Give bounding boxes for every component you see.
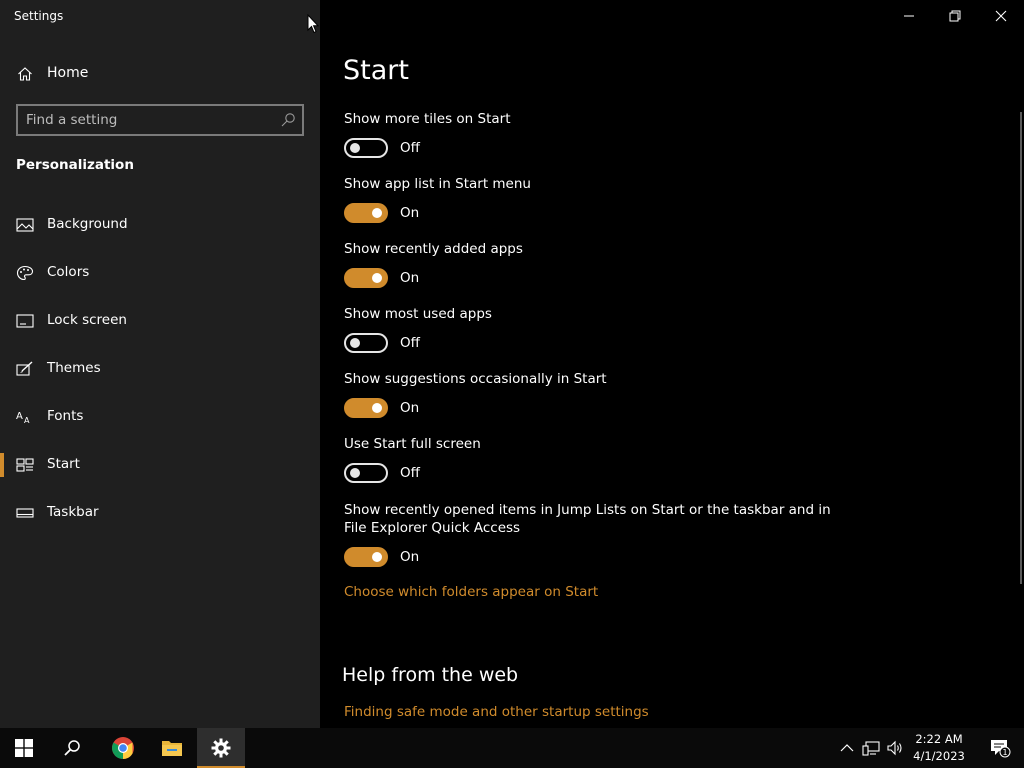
palette-icon: [16, 265, 34, 281]
scrollbar[interactable]: [1020, 112, 1022, 584]
system-clock[interactable]: 2:22 AM 4/1/2023: [908, 731, 970, 765]
volume-icon[interactable]: [886, 739, 904, 757]
chevron-up-icon[interactable]: [838, 739, 856, 757]
toggle-state-label: Off: [400, 465, 420, 481]
option-label-most-used: Show most used apps: [344, 306, 492, 322]
windows-start-icon: [15, 739, 33, 757]
toggle-more-tiles[interactable]: [344, 138, 388, 158]
taskbar: 2:22 AM 4/1/2023 1: [0, 728, 1024, 768]
selection-indicator: [0, 453, 4, 477]
restore-icon: [949, 10, 961, 22]
mouse-cursor-icon: [307, 14, 319, 34]
notification-icon: 1: [991, 740, 1011, 758]
home-icon: [18, 67, 32, 81]
svg-text:A: A: [16, 411, 23, 422]
svg-text:A: A: [24, 416, 30, 425]
sidebar-item-label: Fonts: [47, 408, 84, 424]
sidebar-item-start[interactable]: Start: [0, 445, 320, 485]
toggle-full-screen[interactable]: [344, 463, 388, 483]
toggle-state-label: Off: [400, 335, 420, 351]
settings-main-pane: Start Show more tiles on Start Off Show …: [320, 0, 1024, 728]
window-title: Settings: [14, 9, 64, 23]
close-button[interactable]: [978, 0, 1024, 32]
option-label-jump-lists-line2: File Explorer Quick Access: [344, 520, 521, 536]
toggle-knob: [372, 208, 382, 218]
toggle-app-list[interactable]: [344, 203, 388, 223]
sidebar-item-themes[interactable]: Themes: [0, 349, 320, 389]
toggle-knob: [350, 468, 360, 478]
toggle-most-used[interactable]: [344, 333, 388, 353]
sidebar-item-fonts[interactable]: A A Fonts: [0, 397, 320, 437]
option-label-more-tiles: Show more tiles on Start: [344, 111, 511, 127]
sidebar-item-taskbar[interactable]: Taskbar: [0, 493, 320, 533]
toggle-state-label: On: [400, 205, 420, 221]
lock-screen-icon: [16, 314, 34, 328]
toggle-state-label: On: [400, 270, 420, 286]
taskbar-chrome-button[interactable]: [99, 728, 147, 768]
start-icon: [16, 458, 34, 472]
toggle-jump-lists[interactable]: [344, 547, 388, 567]
settings-gear-icon: [211, 738, 231, 758]
clock-time: 2:22 AM: [915, 732, 963, 746]
toggle-knob: [372, 273, 382, 283]
toggle-state-label: On: [400, 549, 420, 565]
home-nav-item[interactable]: Home: [0, 58, 320, 90]
search-input[interactable]: [26, 110, 276, 130]
page-title: Start: [343, 55, 409, 86]
action-center-button[interactable]: 1: [976, 728, 1024, 768]
toggle-suggestions[interactable]: [344, 398, 388, 418]
search-box[interactable]: [16, 104, 304, 136]
sidebar-item-label: Colors: [47, 264, 90, 280]
home-label: Home: [47, 65, 89, 81]
toggle-knob: [372, 403, 382, 413]
taskbar-icon: [16, 508, 34, 518]
option-label-suggestions: Show suggestions occasionally in Start: [344, 371, 607, 387]
clock-date: 4/1/2023: [913, 749, 965, 763]
taskbar-search-button[interactable]: [48, 728, 96, 768]
chrome-icon: [112, 737, 134, 759]
toggle-state-label: On: [400, 400, 420, 416]
network-icon[interactable]: [862, 739, 880, 757]
toggle-state-label: Off: [400, 140, 420, 156]
settings-sidebar: Settings Home Personalization Background…: [0, 0, 320, 728]
search-icon: [64, 740, 80, 756]
notification-count: 1: [1002, 748, 1007, 757]
sidebar-item-label: Taskbar: [47, 504, 99, 520]
choose-folders-link[interactable]: Choose which folders appear on Start: [344, 584, 598, 600]
sidebar-item-label: Themes: [47, 360, 101, 376]
brush-icon: [16, 361, 33, 376]
help-link-safe-mode[interactable]: Finding safe mode and other startup sett…: [344, 704, 649, 720]
sidebar-item-background[interactable]: Background: [0, 205, 320, 245]
file-explorer-icon: [162, 741, 182, 756]
close-icon: [995, 10, 1007, 22]
minimize-icon: [904, 15, 914, 17]
toggle-knob: [350, 338, 360, 348]
sidebar-item-label: Background: [47, 216, 128, 232]
toggle-knob: [372, 552, 382, 562]
toggle-recently-added[interactable]: [344, 268, 388, 288]
option-label-recently-added: Show recently added apps: [344, 241, 523, 257]
taskbar-settings-button[interactable]: [197, 728, 245, 768]
sidebar-item-label: Start: [47, 456, 80, 472]
minimize-button[interactable]: [886, 0, 932, 32]
sidebar-item-colors[interactable]: Colors: [0, 253, 320, 293]
sidebar-item-label: Lock screen: [47, 312, 127, 328]
sidebar-item-lock-screen[interactable]: Lock screen: [0, 301, 320, 341]
option-label-full-screen: Use Start full screen: [344, 436, 481, 452]
help-section-title: Help from the web: [342, 664, 519, 686]
toggle-knob: [350, 143, 360, 153]
font-icon: A A: [16, 411, 30, 425]
picture-icon: [16, 218, 34, 232]
taskbar-file-explorer-button[interactable]: [148, 728, 196, 768]
search-icon[interactable]: [280, 112, 296, 128]
restore-button[interactable]: [932, 0, 978, 32]
option-label-app-list: Show app list in Start menu: [344, 176, 531, 192]
section-title: Personalization: [16, 157, 134, 173]
start-button[interactable]: [0, 728, 48, 768]
option-label-jump-lists-line1: Show recently opened items in Jump Lists…: [344, 502, 831, 518]
